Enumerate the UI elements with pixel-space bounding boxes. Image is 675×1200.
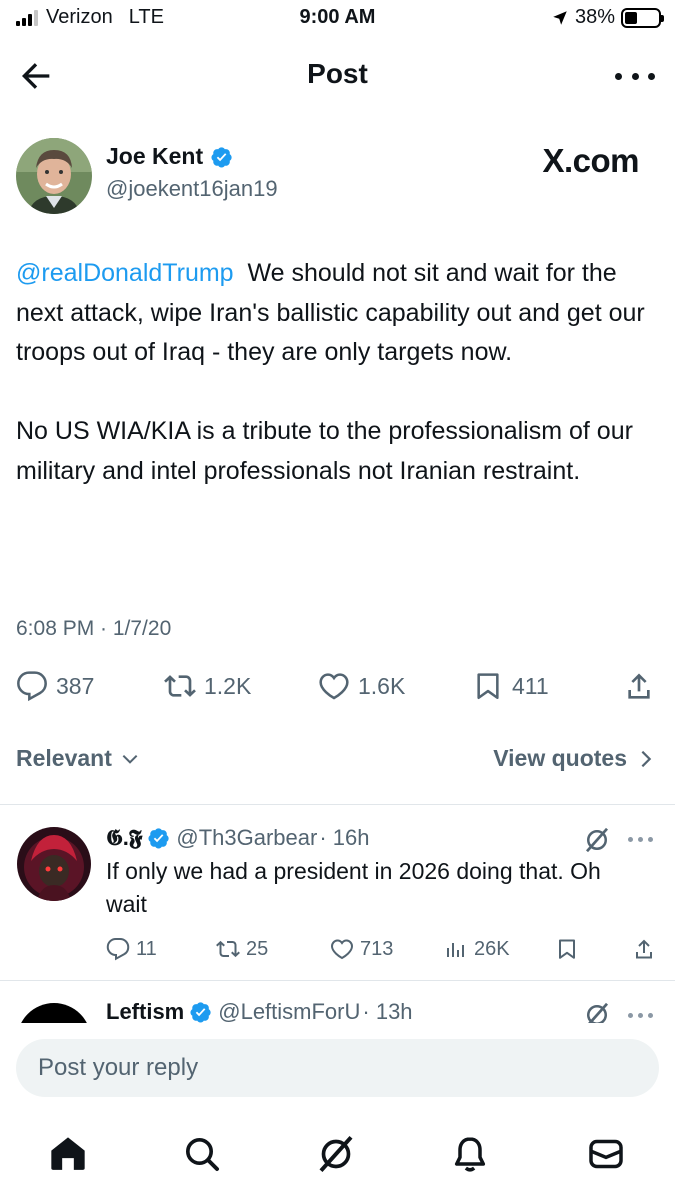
search-icon <box>186 1138 219 1171</box>
reply-icon <box>17 671 47 702</box>
reply-like-button[interactable]: 713 <box>330 937 393 961</box>
reply-author-handle[interactable]: @Th3Garbear <box>176 825 317 851</box>
grok-icon <box>587 1002 609 1023</box>
grok-icon <box>585 827 609 853</box>
post-timestamp[interactable]: 6:08 PM · 1/7/20 <box>16 617 171 641</box>
repost-icon <box>164 675 196 697</box>
status-right: 38% <box>551 6 664 29</box>
reply-more-button[interactable] <box>628 1013 653 1018</box>
reply-more-button[interactable] <box>628 837 653 842</box>
sort-label: Relevant <box>16 745 112 771</box>
post-text: @realDonaldTrump We should not sit and w… <box>16 254 656 491</box>
like-button[interactable]: 1.6K <box>318 670 405 702</box>
reply-share-button[interactable] <box>632 937 656 961</box>
reply-count: 387 <box>56 672 95 699</box>
battery-icon <box>621 7 664 28</box>
battery-percent: 38% <box>574 6 615 28</box>
reply-composer[interactable] <box>16 1039 659 1097</box>
post-paragraph-1: @realDonaldTrump We should not sit and w… <box>16 254 656 373</box>
sort-dropdown[interactable]: Relevant <box>16 745 140 772</box>
reply-icon <box>106 938 130 961</box>
home-icon <box>51 1137 85 1170</box>
repost-button[interactable]: 1.2K <box>164 670 251 702</box>
reply-header: 𝕲.𝕱 @Th3Garbear · 16h <box>106 825 370 851</box>
divider <box>0 980 675 981</box>
reply-reply-button[interactable]: 11 <box>106 937 157 961</box>
reply-bookmark-button[interactable] <box>555 937 579 961</box>
reply-views-count: 26K <box>474 937 510 960</box>
reply-input[interactable] <box>16 1039 659 1097</box>
status-bar: Verizon LTE 9:00 AM 38% <box>0 0 675 40</box>
verified-badge-icon <box>211 146 232 168</box>
reply-text: If only we had a president in 2026 doing… <box>106 858 601 917</box>
xcom-watermark: X.com <box>542 142 639 179</box>
reply-author-name[interactable]: 𝕲.𝕱 <box>106 825 142 851</box>
reply-time: · 16h <box>319 825 370 850</box>
more-horizontal-icon <box>628 837 633 842</box>
reply-item[interactable]: Leftism @LeftismForU · 13h <box>0 985 675 1023</box>
more-horizontal-icon <box>628 1013 633 1018</box>
reply-author-name[interactable]: Leftism <box>106 999 184 1023</box>
views-chart-icon <box>447 943 464 957</box>
location-arrow-icon <box>553 10 567 25</box>
post-action-bar: 387 1.2K 1.6K 411 <box>16 670 659 710</box>
reply-avatar[interactable] <box>17 827 91 901</box>
reply-header: Leftism @LeftismForU · 13h <box>106 999 413 1023</box>
mail-icon <box>589 1139 623 1169</box>
like-count: 1.6K <box>358 672 406 699</box>
reply-like-count: 713 <box>360 937 394 960</box>
reply-repost-count: 25 <box>246 937 269 960</box>
verified-badge-icon <box>148 828 170 849</box>
share-button[interactable] <box>623 670 655 702</box>
nav-messages[interactable] <box>584 1132 628 1176</box>
nav-grok[interactable] <box>314 1132 358 1176</box>
share-icon <box>628 673 650 699</box>
bookmark-icon <box>559 939 575 959</box>
author-name-row[interactable]: Joe Kent <box>106 143 233 170</box>
reply-views-button[interactable]: 26K <box>444 937 510 961</box>
bookmark-button[interactable]: 411 <box>472 670 549 702</box>
author-avatar[interactable] <box>16 138 92 214</box>
bookmark-count: 411 <box>512 672 549 699</box>
view-quotes-label: View quotes <box>493 745 627 771</box>
reply-item[interactable]: 𝕲.𝕱 @Th3Garbear · 16h If only we had a p… <box>0 805 675 980</box>
repost-count: 1.2K <box>204 672 252 699</box>
more-horizontal-icon <box>615 72 622 80</box>
author-handle[interactable]: @joekent16jan19 <box>106 176 278 202</box>
nav-search[interactable] <box>180 1132 224 1176</box>
bottom-nav <box>0 1122 675 1192</box>
nav-home[interactable] <box>46 1132 90 1176</box>
grok-button[interactable] <box>582 825 612 855</box>
post-paragraph-2: No US WIA/KIA is a tribute to the profes… <box>16 417 633 485</box>
grok-icon <box>319 1135 353 1173</box>
bell-icon <box>454 1137 486 1172</box>
more-options-button[interactable] <box>615 62 655 90</box>
nav-notifications[interactable] <box>448 1132 492 1176</box>
share-icon <box>636 939 652 959</box>
chevron-down-icon <box>122 754 138 764</box>
reply-avatar[interactable] <box>17 1003 91 1023</box>
reply-time: · 13h <box>362 999 413 1023</box>
mention-link[interactable]: @realDonaldTrump <box>16 259 234 287</box>
bookmark-icon <box>477 673 499 699</box>
chevron-right-icon <box>641 750 652 767</box>
grok-button[interactable] <box>582 1000 612 1023</box>
author-name: Joe Kent <box>106 143 204 169</box>
heart-icon <box>319 673 349 700</box>
heart-icon <box>330 939 354 960</box>
verified-badge-icon <box>190 1002 211 1023</box>
repost-icon <box>216 940 240 958</box>
view-quotes-link[interactable]: View quotes <box>493 745 653 772</box>
reply-button[interactable]: 387 <box>16 670 94 702</box>
page-title: Post <box>307 58 368 89</box>
reply-reply-count: 11 <box>136 937 157 960</box>
reply-author-handle[interactable]: @LeftismForU <box>218 999 360 1023</box>
reply-repost-button[interactable]: 25 <box>216 937 268 961</box>
